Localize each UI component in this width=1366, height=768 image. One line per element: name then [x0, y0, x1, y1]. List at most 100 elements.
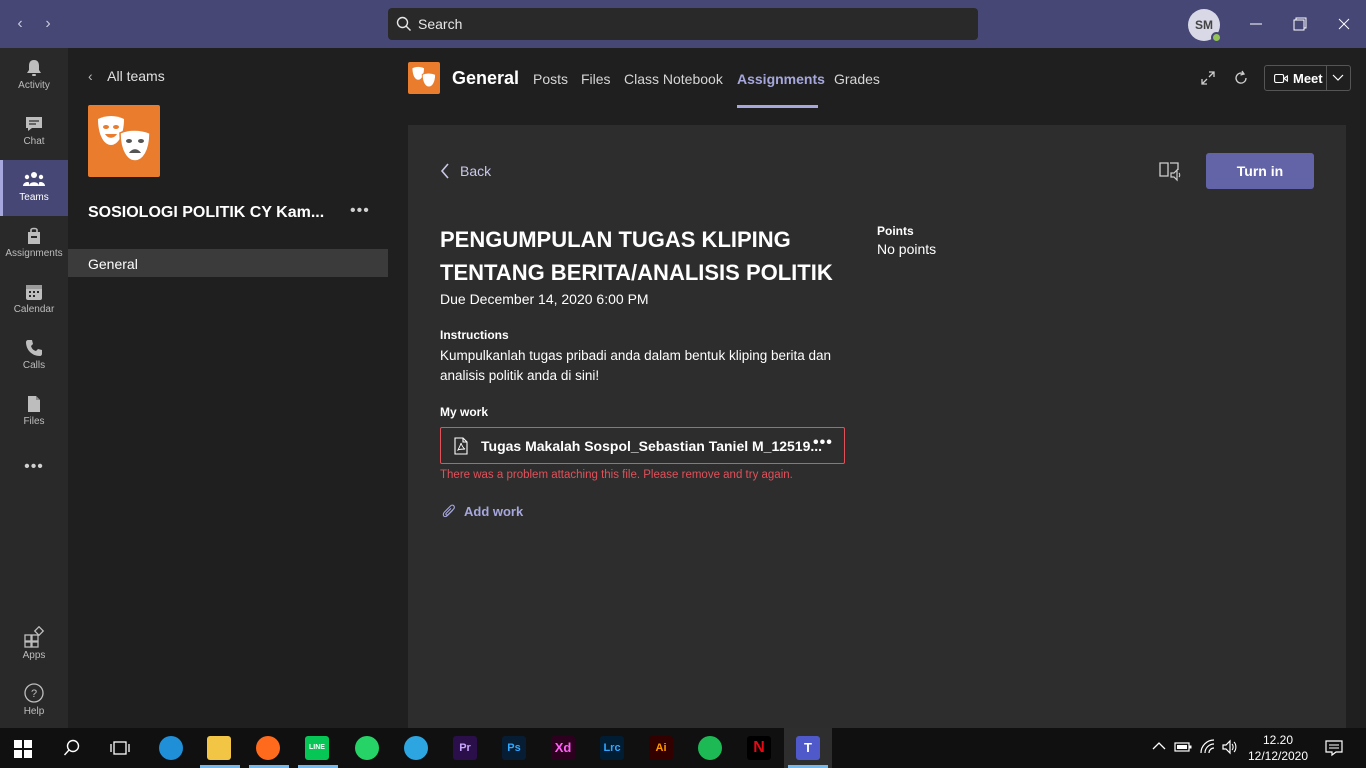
tab-class-notebook[interactable]: Class Notebook	[624, 71, 723, 87]
windows-taskbar: LINE Pr Ps Xd Lrc Ai N T 12.20 12/12/202…	[0, 728, 1366, 768]
rail-item-chat[interactable]: Chat	[0, 104, 68, 160]
volume-icon[interactable]	[1222, 739, 1238, 755]
video-camera-icon	[1274, 73, 1288, 84]
all-teams-label: All teams	[107, 68, 165, 84]
search-input[interactable]: Search	[388, 8, 978, 40]
meet-divider	[1326, 66, 1327, 90]
theater-masks-icon	[412, 66, 437, 88]
chevron-left-icon	[440, 163, 449, 179]
pdf-file-icon	[454, 437, 468, 455]
rail-item-teams[interactable]: Teams	[0, 160, 68, 216]
assignments-icon	[28, 227, 40, 244]
telegram-icon[interactable]	[404, 736, 428, 760]
refresh-icon[interactable]	[1232, 69, 1250, 87]
tab-grades[interactable]: Grades	[834, 71, 880, 87]
rail-item-files[interactable]: Files	[0, 384, 68, 440]
restore-icon[interactable]	[1288, 12, 1312, 36]
rail-item-activity[interactable]: Activity	[0, 48, 68, 104]
team-name: SOSIOLOGI POLITIK CY Kam...	[88, 204, 325, 221]
rail-item-calls[interactable]: Calls	[0, 328, 68, 384]
task-view-icon[interactable]	[110, 739, 130, 757]
due-date: Due December 14, 2020 6:00 PM	[440, 291, 649, 307]
file-explorer-icon[interactable]	[207, 736, 231, 760]
bell-icon	[27, 60, 41, 76]
rail-label: Calls	[22, 360, 46, 371]
spotify-icon[interactable]	[698, 736, 722, 760]
presence-available-icon	[1211, 32, 1222, 43]
rail-item-calendar[interactable]: Calendar	[0, 272, 68, 328]
more-icon: •••	[24, 458, 44, 475]
wifi-icon[interactable]	[1200, 739, 1216, 755]
assignment-detail: Back Turn in PENGUMPULAN TUGAS KLIPING T…	[408, 125, 1346, 728]
expand-icon[interactable]	[1200, 70, 1216, 86]
team-logo-small	[408, 62, 440, 94]
avatar[interactable]: SM	[1188, 9, 1222, 43]
back-arrow-icon[interactable]: ‹	[10, 14, 30, 34]
netflix-icon[interactable]: N	[747, 736, 771, 760]
attachment-error-message: There was a problem attaching this file.…	[440, 469, 793, 481]
teams-icon	[23, 172, 45, 186]
start-icon[interactable]	[14, 740, 32, 758]
notification-center-icon[interactable]	[1325, 739, 1343, 757]
apps-icon	[24, 626, 45, 648]
battery-icon[interactable]	[1174, 740, 1192, 754]
teams-taskbar-icon[interactable]: T	[796, 736, 820, 760]
channel-title: General	[452, 68, 520, 88]
file-more-options-icon[interactable]: •••	[813, 434, 833, 452]
xd-icon[interactable]: Xd	[551, 736, 575, 760]
rail-label: Assignments	[5, 248, 63, 259]
firefox-icon[interactable]	[256, 736, 280, 760]
turn-in-button[interactable]: Turn in	[1206, 153, 1314, 189]
search-icon	[396, 16, 411, 31]
channel-header: General Posts Files Class Notebook Assig…	[388, 48, 1366, 108]
team-logo	[88, 105, 160, 177]
channel-item-general[interactable]: General	[68, 249, 388, 277]
rail-label: Apps	[22, 650, 46, 661]
photoshop-icon[interactable]: Ps	[502, 736, 526, 760]
title-bar: ‹ › Search SM	[0, 0, 1366, 48]
immersive-reader-icon[interactable]	[1158, 160, 1182, 182]
chevron-down-icon[interactable]	[1332, 74, 1344, 82]
rail-item-help[interactable]: ? Help	[0, 672, 68, 728]
all-teams-link[interactable]: ‹ All teams	[88, 68, 165, 84]
add-work-label: Add work	[464, 504, 524, 519]
file-icon	[28, 396, 40, 412]
points-value: No points	[877, 241, 937, 257]
teams-panel: ‹ All teams SOSIOLOGI POLITIK CY Kam... …	[68, 48, 388, 728]
chevron-left-icon: ‹	[88, 68, 93, 84]
whatsapp-icon[interactable]	[355, 736, 379, 760]
attached-file[interactable]: Tugas Makalah Sospol_Sebastian Taniel M_…	[440, 427, 845, 464]
svg-text:?: ?	[31, 688, 37, 700]
edge-icon[interactable]	[159, 736, 183, 760]
illustrator-icon[interactable]: Ai	[649, 736, 673, 760]
instructions-text: Kumpulkanlah tugas pribadi anda dalam be…	[440, 348, 832, 383]
meet-button[interactable]: Meet	[1264, 65, 1351, 91]
tab-assignments[interactable]: Assignments	[737, 71, 825, 87]
points-label: Points	[877, 224, 914, 238]
lightroom-icon[interactable]: Lrc	[600, 736, 624, 760]
meet-label: Meet	[1293, 71, 1323, 86]
tab-posts[interactable]: Posts	[533, 71, 568, 87]
rail-label: Files	[23, 416, 45, 427]
forward-arrow-icon[interactable]: ›	[38, 14, 58, 34]
back-button[interactable]: Back	[440, 163, 491, 179]
rail-item-apps[interactable]: Apps	[0, 616, 68, 672]
clock-time: 12.20	[1262, 733, 1294, 747]
minimize-icon[interactable]	[1244, 12, 1268, 36]
tab-files[interactable]: Files	[581, 71, 611, 87]
chevron-up-icon[interactable]	[1152, 741, 1166, 751]
avatar-initials: SM	[1195, 18, 1213, 32]
premiere-icon[interactable]: Pr	[453, 736, 477, 760]
rail-label: Calendar	[13, 304, 55, 315]
channel-label: General	[88, 256, 138, 272]
team-more-options-icon[interactable]: •••	[350, 202, 370, 220]
paperclip-icon	[442, 504, 455, 518]
close-icon[interactable]	[1332, 12, 1356, 36]
add-work-button[interactable]: Add work	[442, 503, 523, 519]
search-icon[interactable]	[63, 739, 81, 757]
system-clock[interactable]: 12.20 12/12/2020	[1247, 732, 1309, 764]
chat-icon	[26, 117, 42, 131]
line-icon[interactable]: LINE	[305, 736, 329, 760]
more-apps-button[interactable]: •••	[0, 448, 68, 504]
rail-item-assignments[interactable]: Assignments	[0, 216, 68, 272]
